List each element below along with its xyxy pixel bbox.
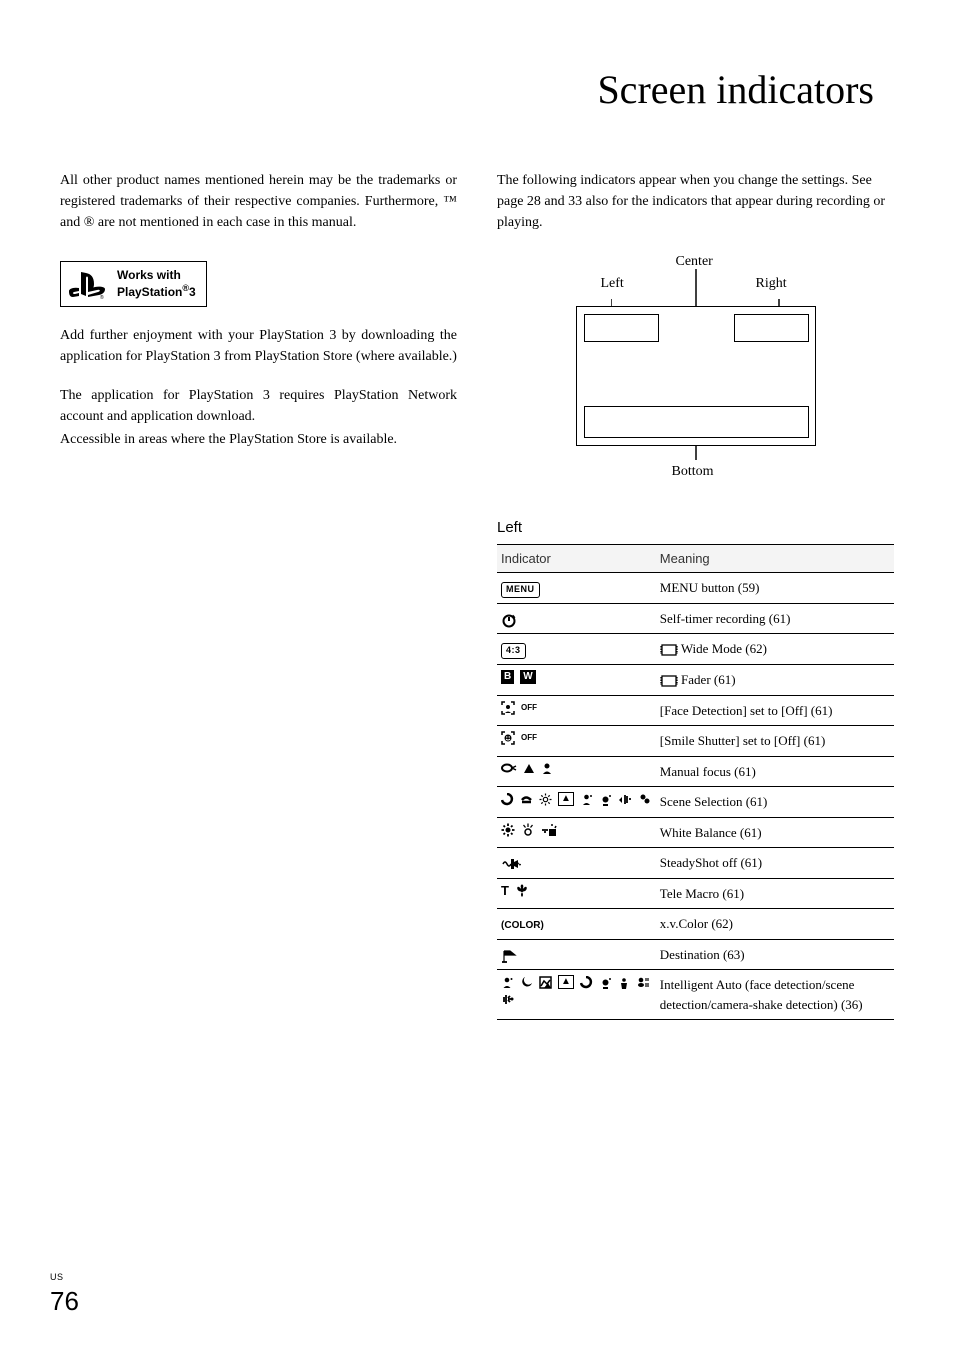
- ps3-badge-line2a: PlayStation: [117, 285, 182, 299]
- intelligent-auto-icon: ▲: [501, 975, 652, 1006]
- faceoff-meaning: [Face Detection] set to [Off] (61): [656, 695, 894, 726]
- page-num: 76: [50, 1286, 79, 1316]
- tele-meaning: Tele Macro (61): [656, 878, 894, 909]
- ps3-access-para: Accessible in areas where the PlayStatio…: [60, 429, 457, 450]
- table-row: (COLOR) x.v.Color (62): [497, 909, 894, 940]
- smileoff-meaning: [Smile Shutter] set to [Off] (61): [656, 726, 894, 757]
- fader-icon: B W: [501, 670, 652, 684]
- table-row: OFF [Face Detection] set to [Off] (61): [497, 695, 894, 726]
- table-row: ▲ Scene Selection (61): [497, 787, 894, 818]
- indicators-intro: The following indicators appear when you…: [497, 170, 894, 233]
- manualfocus-meaning: Manual focus (61): [656, 756, 894, 787]
- steady-meaning: SteadyShot off (61): [656, 848, 894, 879]
- left-column: All other product names mentioned herein…: [60, 170, 457, 1020]
- steadyshot-off-icon: [501, 855, 521, 870]
- playstation-logo-icon: ®: [67, 269, 107, 299]
- intauto-meaning: Intelligent Auto (face detection/scene d…: [656, 970, 894, 1020]
- strip-icon: [660, 672, 681, 687]
- table-row: MENU MENU button (59): [497, 573, 894, 604]
- trademark-note: All other product names mentioned herein…: [60, 170, 457, 233]
- ps3-enjoy-para: Add further enjoyment with your PlayStat…: [60, 325, 457, 367]
- ps3-badge: ® Works with PlayStation®3: [60, 261, 207, 307]
- ps3-badge-line1: Works with: [117, 268, 181, 282]
- manual-focus-icon: [501, 762, 652, 774]
- scene-meaning: Scene Selection (61): [656, 787, 894, 818]
- table-row: 4:3 Wide Mode (62): [497, 634, 894, 665]
- table-row: OFF [Smile Shutter] set to [Off] (61): [497, 726, 894, 757]
- tele-macro-icon: T: [501, 884, 652, 898]
- table-row: SteadyShot off (61): [497, 848, 894, 879]
- registered-icon: ®: [182, 283, 189, 293]
- right-column: The following indicators appear when you…: [497, 170, 894, 1020]
- table-row: White Balance (61): [497, 817, 894, 848]
- page-number: US 76: [50, 1271, 79, 1322]
- th-indicator: Indicator: [497, 544, 656, 573]
- white-balance-icon: [501, 823, 652, 837]
- menu-meaning: MENU button (59): [656, 573, 894, 604]
- svg-text:®: ®: [100, 294, 104, 299]
- face-detection-off-icon: OFF: [501, 701, 652, 715]
- xvcolor-meaning: x.v.Color (62): [656, 909, 894, 940]
- wide-meaning: Wide Mode (62): [656, 634, 894, 665]
- screen-diagram: Center Left Right: [497, 251, 894, 481]
- wb-meaning: White Balance (61): [656, 817, 894, 848]
- ps3-badge-line2b: 3: [189, 285, 196, 299]
- page-region: US: [50, 1271, 79, 1285]
- dest-meaning: Destination (63): [656, 939, 894, 970]
- destination-icon: [501, 947, 517, 962]
- table-row: Self-timer recording (61): [497, 603, 894, 634]
- th-meaning: Meaning: [656, 544, 894, 573]
- smile-shutter-off-icon: OFF: [501, 731, 652, 745]
- fader-meaning: Fader (61): [656, 665, 894, 696]
- scene-selection-icon: ▲: [501, 792, 652, 806]
- table-row: B W Fader (61): [497, 665, 894, 696]
- strip-icon: [660, 641, 681, 656]
- diagram-label-bottom: Bottom: [672, 461, 714, 482]
- table-row: Manual focus (61): [497, 756, 894, 787]
- table-row: Destination (63): [497, 939, 894, 970]
- indicators-table: Indicator Meaning MENU MENU button (59): [497, 544, 894, 1021]
- aspect-ratio-icon: 4:3: [501, 643, 526, 659]
- xvcolor-icon: (COLOR): [501, 920, 544, 931]
- page-title: Screen indicators: [60, 60, 874, 120]
- ps3-req-para: The application for PlayStation 3 requir…: [60, 385, 457, 427]
- table-row: T Tele Macro (61): [497, 878, 894, 909]
- self-timer-icon: [501, 611, 517, 626]
- content-columns: All other product names mentioned herein…: [60, 170, 894, 1020]
- ps3-badge-text: Works with PlayStation®3: [117, 268, 196, 300]
- left-section-label: Left: [497, 517, 894, 540]
- table-row: ▲ Intelligent Auto (face detection/scene…: [497, 970, 894, 1020]
- selftimer-meaning: Self-timer recording (61): [656, 603, 894, 634]
- menu-button-icon: MENU: [501, 582, 540, 598]
